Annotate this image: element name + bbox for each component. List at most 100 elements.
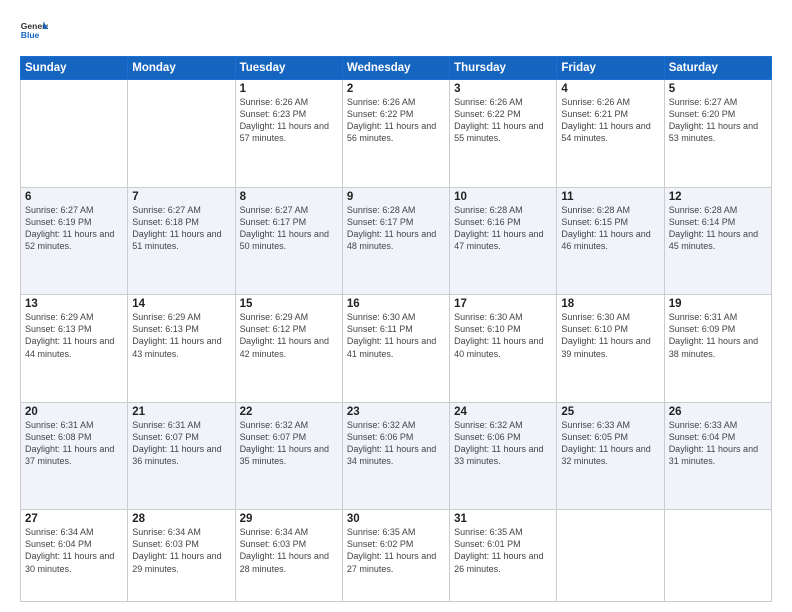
calendar-cell: 5Sunrise: 6:27 AM Sunset: 6:20 PM Daylig… <box>664 80 771 188</box>
calendar-cell: 8Sunrise: 6:27 AM Sunset: 6:17 PM Daylig… <box>235 187 342 295</box>
calendar-table: SundayMondayTuesdayWednesdayThursdayFrid… <box>20 56 772 602</box>
day-info: Sunrise: 6:35 AM Sunset: 6:01 PM Dayligh… <box>454 526 552 575</box>
calendar-week-row: 20Sunrise: 6:31 AM Sunset: 6:08 PM Dayli… <box>21 402 772 510</box>
calendar-cell: 1Sunrise: 6:26 AM Sunset: 6:23 PM Daylig… <box>235 80 342 188</box>
day-info: Sunrise: 6:34 AM Sunset: 6:03 PM Dayligh… <box>132 526 230 575</box>
day-info: Sunrise: 6:30 AM Sunset: 6:11 PM Dayligh… <box>347 311 445 360</box>
calendar-cell: 30Sunrise: 6:35 AM Sunset: 6:02 PM Dayli… <box>342 510 449 602</box>
calendar-week-row: 27Sunrise: 6:34 AM Sunset: 6:04 PM Dayli… <box>21 510 772 602</box>
day-info: Sunrise: 6:29 AM Sunset: 6:12 PM Dayligh… <box>240 311 338 360</box>
day-number: 9 <box>347 191 445 203</box>
day-info: Sunrise: 6:35 AM Sunset: 6:02 PM Dayligh… <box>347 526 445 575</box>
calendar-week-row: 13Sunrise: 6:29 AM Sunset: 6:13 PM Dayli… <box>21 295 772 403</box>
day-number: 13 <box>25 298 123 310</box>
day-info: Sunrise: 6:28 AM Sunset: 6:14 PM Dayligh… <box>669 204 767 253</box>
day-number: 11 <box>561 191 659 203</box>
calendar-cell: 17Sunrise: 6:30 AM Sunset: 6:10 PM Dayli… <box>450 295 557 403</box>
svg-text:Blue: Blue <box>21 30 40 40</box>
calendar-cell <box>21 80 128 188</box>
day-info: Sunrise: 6:32 AM Sunset: 6:06 PM Dayligh… <box>454 419 552 468</box>
calendar-header-tuesday: Tuesday <box>235 57 342 80</box>
calendar-header-wednesday: Wednesday <box>342 57 449 80</box>
day-info: Sunrise: 6:32 AM Sunset: 6:07 PM Dayligh… <box>240 419 338 468</box>
day-number: 5 <box>669 83 767 95</box>
calendar-cell: 24Sunrise: 6:32 AM Sunset: 6:06 PM Dayli… <box>450 402 557 510</box>
calendar-header-sunday: Sunday <box>21 57 128 80</box>
day-number: 10 <box>454 191 552 203</box>
day-number: 18 <box>561 298 659 310</box>
day-info: Sunrise: 6:26 AM Sunset: 6:22 PM Dayligh… <box>347 96 445 145</box>
day-info: Sunrise: 6:34 AM Sunset: 6:04 PM Dayligh… <box>25 526 123 575</box>
calendar-cell <box>557 510 664 602</box>
day-info: Sunrise: 6:28 AM Sunset: 6:16 PM Dayligh… <box>454 204 552 253</box>
calendar-cell: 2Sunrise: 6:26 AM Sunset: 6:22 PM Daylig… <box>342 80 449 188</box>
calendar-cell: 21Sunrise: 6:31 AM Sunset: 6:07 PM Dayli… <box>128 402 235 510</box>
calendar-cell: 9Sunrise: 6:28 AM Sunset: 6:17 PM Daylig… <box>342 187 449 295</box>
day-info: Sunrise: 6:28 AM Sunset: 6:17 PM Dayligh… <box>347 204 445 253</box>
calendar-header-saturday: Saturday <box>664 57 771 80</box>
day-info: Sunrise: 6:34 AM Sunset: 6:03 PM Dayligh… <box>240 526 338 575</box>
day-number: 16 <box>347 298 445 310</box>
calendar-cell: 4Sunrise: 6:26 AM Sunset: 6:21 PM Daylig… <box>557 80 664 188</box>
day-number: 21 <box>132 406 230 418</box>
day-info: Sunrise: 6:27 AM Sunset: 6:18 PM Dayligh… <box>132 204 230 253</box>
day-number: 20 <box>25 406 123 418</box>
calendar-cell: 22Sunrise: 6:32 AM Sunset: 6:07 PM Dayli… <box>235 402 342 510</box>
calendar-cell <box>128 80 235 188</box>
calendar-cell: 10Sunrise: 6:28 AM Sunset: 6:16 PM Dayli… <box>450 187 557 295</box>
logo: General Blue <box>20 18 48 46</box>
calendar-cell: 7Sunrise: 6:27 AM Sunset: 6:18 PM Daylig… <box>128 187 235 295</box>
day-info: Sunrise: 6:29 AM Sunset: 6:13 PM Dayligh… <box>25 311 123 360</box>
day-info: Sunrise: 6:29 AM Sunset: 6:13 PM Dayligh… <box>132 311 230 360</box>
calendar-cell: 6Sunrise: 6:27 AM Sunset: 6:19 PM Daylig… <box>21 187 128 295</box>
header: General Blue <box>20 18 772 46</box>
day-number: 31 <box>454 513 552 525</box>
day-number: 15 <box>240 298 338 310</box>
calendar-cell: 29Sunrise: 6:34 AM Sunset: 6:03 PM Dayli… <box>235 510 342 602</box>
calendar-header-friday: Friday <box>557 57 664 80</box>
day-number: 17 <box>454 298 552 310</box>
calendar-header-thursday: Thursday <box>450 57 557 80</box>
day-info: Sunrise: 6:27 AM Sunset: 6:20 PM Dayligh… <box>669 96 767 145</box>
day-info: Sunrise: 6:26 AM Sunset: 6:21 PM Dayligh… <box>561 96 659 145</box>
day-info: Sunrise: 6:30 AM Sunset: 6:10 PM Dayligh… <box>561 311 659 360</box>
calendar-cell: 11Sunrise: 6:28 AM Sunset: 6:15 PM Dayli… <box>557 187 664 295</box>
day-number: 19 <box>669 298 767 310</box>
calendar-week-row: 1Sunrise: 6:26 AM Sunset: 6:23 PM Daylig… <box>21 80 772 188</box>
page: General Blue SundayMondayTuesdayWednesda… <box>0 0 792 612</box>
day-info: Sunrise: 6:32 AM Sunset: 6:06 PM Dayligh… <box>347 419 445 468</box>
day-number: 1 <box>240 83 338 95</box>
calendar-cell: 15Sunrise: 6:29 AM Sunset: 6:12 PM Dayli… <box>235 295 342 403</box>
day-number: 23 <box>347 406 445 418</box>
calendar-cell <box>664 510 771 602</box>
day-number: 4 <box>561 83 659 95</box>
day-info: Sunrise: 6:31 AM Sunset: 6:07 PM Dayligh… <box>132 419 230 468</box>
day-info: Sunrise: 6:31 AM Sunset: 6:08 PM Dayligh… <box>25 419 123 468</box>
calendar-week-row: 6Sunrise: 6:27 AM Sunset: 6:19 PM Daylig… <box>21 187 772 295</box>
day-info: Sunrise: 6:26 AM Sunset: 6:23 PM Dayligh… <box>240 96 338 145</box>
calendar-cell: 26Sunrise: 6:33 AM Sunset: 6:04 PM Dayli… <box>664 402 771 510</box>
calendar-cell: 28Sunrise: 6:34 AM Sunset: 6:03 PM Dayli… <box>128 510 235 602</box>
day-info: Sunrise: 6:26 AM Sunset: 6:22 PM Dayligh… <box>454 96 552 145</box>
day-number: 27 <box>25 513 123 525</box>
calendar-cell: 12Sunrise: 6:28 AM Sunset: 6:14 PM Dayli… <box>664 187 771 295</box>
calendar-cell: 16Sunrise: 6:30 AM Sunset: 6:11 PM Dayli… <box>342 295 449 403</box>
generalblue-logo-icon: General Blue <box>20 18 48 46</box>
day-number: 8 <box>240 191 338 203</box>
calendar-cell: 18Sunrise: 6:30 AM Sunset: 6:10 PM Dayli… <box>557 295 664 403</box>
day-number: 29 <box>240 513 338 525</box>
calendar-cell: 14Sunrise: 6:29 AM Sunset: 6:13 PM Dayli… <box>128 295 235 403</box>
day-info: Sunrise: 6:27 AM Sunset: 6:19 PM Dayligh… <box>25 204 123 253</box>
calendar-cell: 31Sunrise: 6:35 AM Sunset: 6:01 PM Dayli… <box>450 510 557 602</box>
day-number: 6 <box>25 191 123 203</box>
day-info: Sunrise: 6:33 AM Sunset: 6:04 PM Dayligh… <box>669 419 767 468</box>
calendar-cell: 13Sunrise: 6:29 AM Sunset: 6:13 PM Dayli… <box>21 295 128 403</box>
calendar-cell: 23Sunrise: 6:32 AM Sunset: 6:06 PM Dayli… <box>342 402 449 510</box>
calendar-cell: 25Sunrise: 6:33 AM Sunset: 6:05 PM Dayli… <box>557 402 664 510</box>
day-number: 3 <box>454 83 552 95</box>
day-number: 24 <box>454 406 552 418</box>
day-info: Sunrise: 6:33 AM Sunset: 6:05 PM Dayligh… <box>561 419 659 468</box>
calendar-header-monday: Monday <box>128 57 235 80</box>
day-number: 26 <box>669 406 767 418</box>
day-number: 28 <box>132 513 230 525</box>
